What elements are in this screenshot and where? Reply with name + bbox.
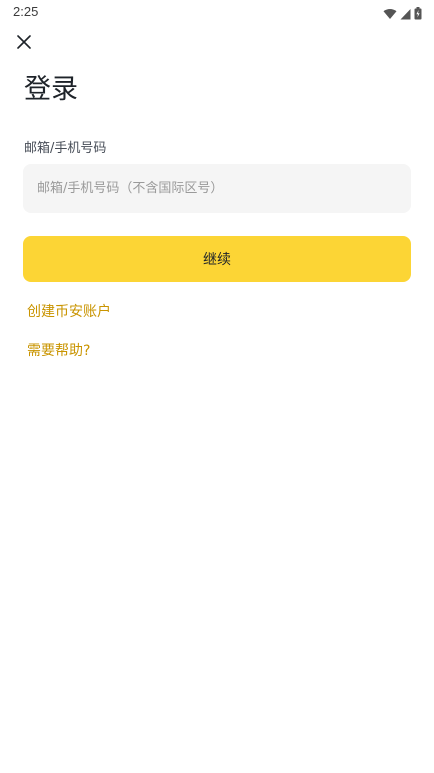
continue-button[interactable]: 继续 bbox=[23, 236, 411, 282]
cell-signal-icon bbox=[400, 5, 411, 24]
status-time: 2:25 bbox=[13, 4, 39, 19]
close-icon bbox=[17, 34, 31, 53]
email-phone-input[interactable] bbox=[23, 164, 411, 213]
create-account-link[interactable]: 创建币安账户 bbox=[27, 302, 111, 322]
battery-charging-icon bbox=[414, 5, 422, 24]
help-link[interactable]: 需要帮助? bbox=[27, 341, 90, 361]
close-button[interactable] bbox=[14, 33, 34, 53]
page-title: 登录 bbox=[24, 74, 78, 105]
status-icons bbox=[383, 5, 422, 24]
status-bar: 2:25 bbox=[0, 0, 434, 26]
email-phone-label: 邮箱/手机号码 bbox=[24, 141, 107, 156]
wifi-icon bbox=[383, 5, 397, 24]
